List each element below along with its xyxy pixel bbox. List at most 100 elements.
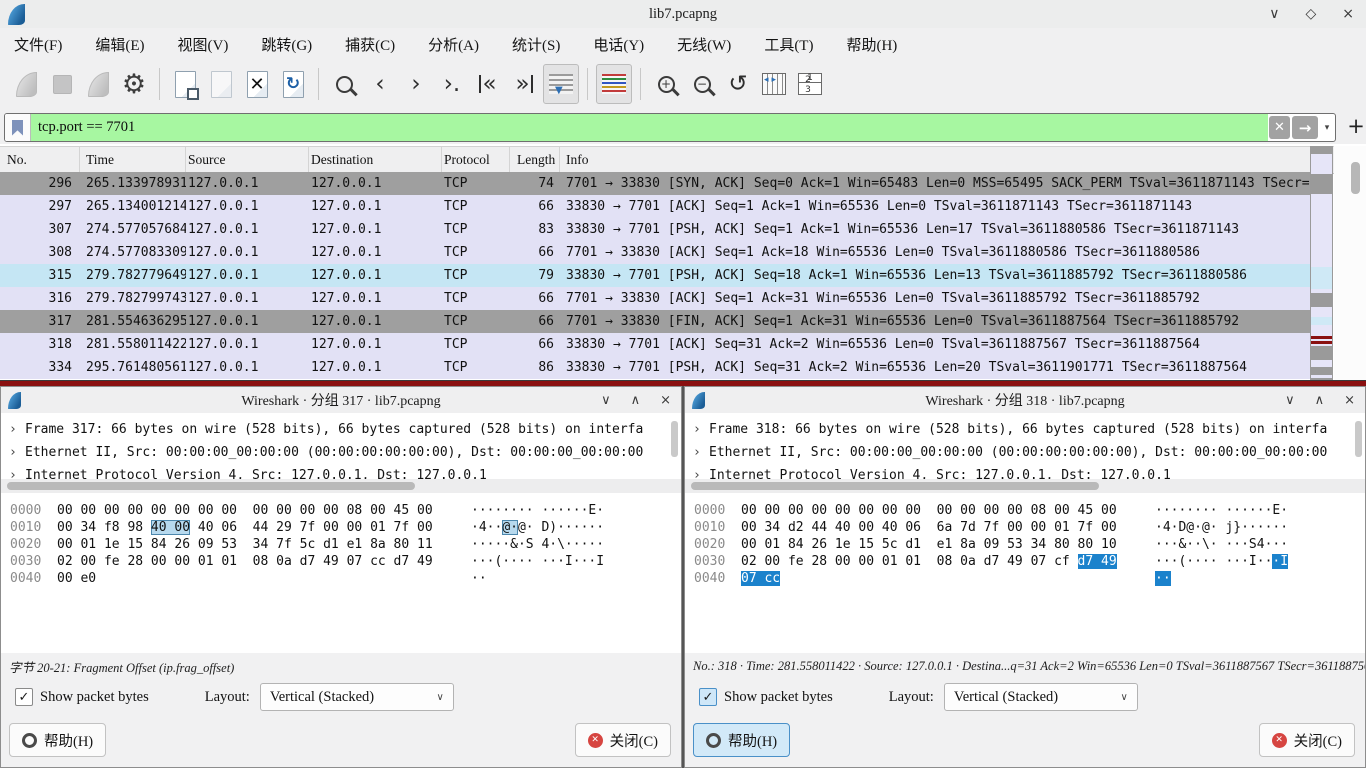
close-file-button[interactable] [240,65,274,103]
layout-button[interactable] [793,65,827,103]
go-to-packet-button[interactable]: ›. [435,65,469,103]
menu-item-视图(V)[interactable]: 视图(V) [178,34,229,55]
capture-options-button[interactable]: ⚙ [117,65,151,103]
menu-item-编辑(E)[interactable]: 编辑(E) [95,34,144,55]
packet-row-297[interactable]: 297265.134001214127.0.0.1127.0.0.1TCP663… [0,195,1310,218]
menu-item-捕获(C)[interactable]: 捕获(C) [345,34,395,55]
dialog-close-icon[interactable]: × [1344,393,1355,408]
hex-line-0010[interactable]: 001000 34 f8 98 40 00 40 06 44 29 7f 00 … [1,519,681,536]
menu-item-帮助(H)[interactable]: 帮助(H) [846,34,897,55]
last-packet-button[interactable]: » [507,65,541,103]
tree-row[interactable]: ›Ethernet II, Src: 00:00:00_00:00:00 (00… [1,441,681,464]
column-header-length[interactable]: Length [510,147,560,173]
close-button[interactable]: ✕ 关闭(C) [1259,723,1355,757]
filter-dropdown-caret[interactable]: ▾ [1319,114,1335,141]
filter-apply-button[interactable]: → [1292,116,1318,139]
column-header-destination[interactable]: Destination [309,147,442,173]
resize-columns-button[interactable] [757,65,791,103]
tree-hscrollbar[interactable] [685,479,1365,493]
tree-scrollbar-handle[interactable] [1355,421,1362,457]
tree-row[interactable]: ›Internet Protocol Version 4, Src: 127.0… [685,464,1365,479]
dialog-minimize-icon[interactable]: ∨ [601,393,611,408]
column-header-protocol[interactable]: Protocol [442,147,510,173]
packet-row-308[interactable]: 308274.577083309127.0.0.1127.0.0.1TCP667… [0,241,1310,264]
minimize-icon[interactable]: ∨ [1269,6,1279,22]
layout-select[interactable]: Vertical (Stacked) ∨ [944,683,1138,711]
display-filter-bar[interactable]: tcp.port == 7701 ✕ → ▾ [4,113,1336,142]
menu-item-跳转(G)[interactable]: 跳转(G) [261,34,312,55]
hex-line-0010[interactable]: 001000 34 d2 44 40 00 40 06 6a 7d 7f 00 … [685,519,1365,536]
auto-scroll-button[interactable] [543,64,579,104]
hex-line-0020[interactable]: 002000 01 1e 15 84 26 09 53 34 7f 5c d1 … [1,536,681,553]
dialog-restore-icon[interactable]: ∧ [631,393,641,408]
packet-row-307[interactable]: 307274.577057684127.0.0.1127.0.0.1TCP833… [0,218,1310,241]
find-packet-button[interactable] [327,65,361,103]
packet-row-317[interactable]: 317281.554636295127.0.0.1127.0.0.1TCP667… [0,310,1310,333]
packet-list-minimap[interactable] [1310,146,1333,384]
menu-item-文件(F)[interactable]: 文件(F) [14,34,62,55]
packet-row-315[interactable]: 315279.782779649127.0.0.1127.0.0.1TCP793… [0,264,1310,287]
column-header-info[interactable]: Info [560,147,1366,173]
hex-line-0030[interactable]: 003002 00 fe 28 00 00 01 01 08 0a d7 49 … [1,553,681,570]
hex-line-0020[interactable]: 002000 01 84 26 1e 15 5c d1 e1 8a 09 53 … [685,536,1365,553]
tree-row[interactable]: ›Internet Protocol Version 4, Src: 127.0… [1,464,681,479]
help-button[interactable]: 帮助(H) [693,723,790,757]
zoom-out-button[interactable]: − [685,65,719,103]
menu-item-分析(A)[interactable]: 分析(A) [428,34,479,55]
hex-line-0030[interactable]: 003002 00 fe 28 00 00 01 01 08 0a d7 49 … [685,553,1365,570]
tree-row[interactable]: ›Ethernet II, Src: 00:00:00_00:00:00 (00… [685,441,1365,464]
expander-icon[interactable]: › [9,418,17,441]
tree-row[interactable]: ›Frame 317: 66 bytes on wire (528 bits),… [1,418,681,441]
expander-icon[interactable]: › [693,418,701,441]
tree-hscrollbar-handle[interactable] [691,482,1099,490]
packet-row-316[interactable]: 316279.782799743127.0.0.1127.0.0.1TCP667… [0,287,1310,310]
dialog-restore-icon[interactable]: ∧ [1315,393,1325,408]
maximize-icon[interactable]: ◇ [1305,6,1316,22]
column-header-source[interactable]: Source [186,147,309,173]
show-packet-bytes-checkbox[interactable]: ✓ [15,688,33,706]
hex-line-0000[interactable]: 000000 00 00 00 00 00 00 00 00 00 00 00 … [1,502,681,519]
go-forward-button[interactable]: › [399,65,433,103]
stop-capture-button[interactable] [45,65,79,103]
packet-list-scrollbar-handle[interactable] [1351,162,1360,194]
restart-capture-button[interactable] [81,65,115,103]
start-capture-button[interactable] [9,65,43,103]
reload-file-button[interactable] [276,65,310,103]
packet-row-334[interactable]: 334295.761480561127.0.0.1127.0.0.1TCP863… [0,356,1310,379]
hex-line-0040[interactable]: 004007 cc·· [685,570,1365,587]
open-file-button[interactable] [168,65,202,103]
dialog-minimize-icon[interactable]: ∨ [1285,393,1295,408]
tree-hscrollbar[interactable] [1,479,681,493]
menu-item-电话(Y)[interactable]: 电话(Y) [593,34,644,55]
menu-item-工具(T)[interactable]: 工具(T) [764,34,813,55]
close-icon[interactable]: × [1342,6,1354,22]
menu-item-统计(S)[interactable]: 统计(S) [512,34,560,55]
tree-hscrollbar-handle[interactable] [7,482,415,490]
zoom-reset-button[interactable]: ↺ [721,65,755,103]
packet-row-318[interactable]: 318281.558011422127.0.0.1127.0.0.1TCP663… [0,333,1310,356]
show-packet-bytes-checkbox[interactable]: ✓ [699,688,717,706]
save-file-button[interactable] [204,65,238,103]
filter-add-button[interactable]: + [1344,112,1366,140]
hex-line-0040[interactable]: 004000 e0·· [1,570,681,587]
hex-line-0000[interactable]: 000000 00 00 00 00 00 00 00 00 00 00 00 … [685,502,1365,519]
zoom-in-button[interactable]: + [649,65,683,103]
expander-icon[interactable]: › [9,441,17,464]
expander-icon[interactable]: › [693,464,701,479]
column-header-time[interactable]: Time [80,147,186,173]
column-header-no[interactable]: No. [0,147,80,173]
tree-scrollbar-handle[interactable] [671,421,678,457]
first-packet-button[interactable]: « [471,65,505,103]
expander-icon[interactable]: › [9,464,17,479]
dialog-close-icon[interactable]: × [660,393,671,408]
filter-bookmark-button[interactable] [5,114,31,141]
expander-icon[interactable]: › [693,441,701,464]
tree-row[interactable]: ›Frame 318: 66 bytes on wire (528 bits),… [685,418,1365,441]
packet-list-scrollbar[interactable] [1334,146,1366,384]
close-button[interactable]: ✕ 关闭(C) [575,723,671,757]
layout-select[interactable]: Vertical (Stacked) ∨ [260,683,454,711]
menu-item-无线(W)[interactable]: 无线(W) [677,34,731,55]
filter-clear-button[interactable]: ✕ [1269,116,1290,139]
colorize-button[interactable] [596,64,632,104]
help-button[interactable]: 帮助(H) [9,723,106,757]
